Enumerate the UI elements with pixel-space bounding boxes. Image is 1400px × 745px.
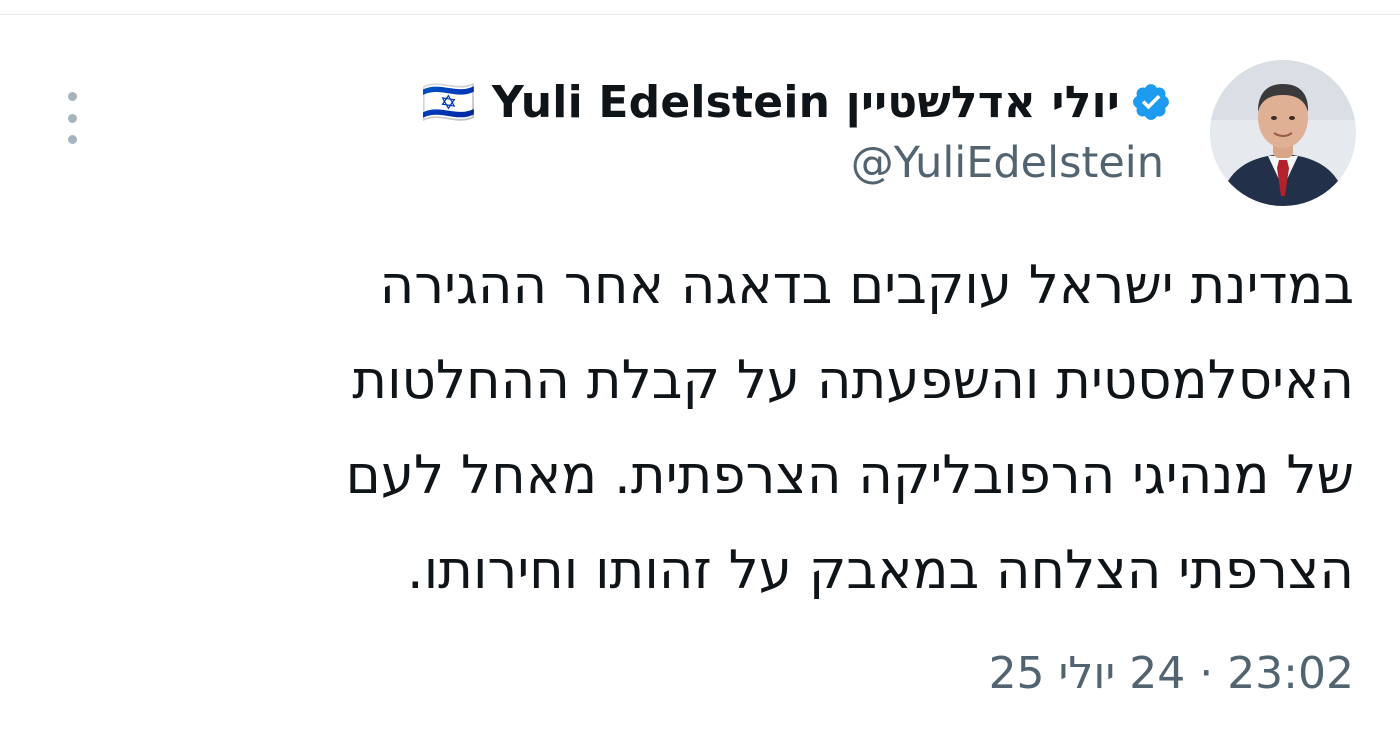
- more-dot-icon: [67, 92, 77, 101]
- avatar[interactable]: [1210, 60, 1356, 206]
- tweet-text-line: של מנהיגי הרפובליקה הצרפתית. מאחל לעם: [345, 445, 1354, 506]
- more-options-button[interactable]: [60, 92, 84, 144]
- avatar-portrait-icon: [1210, 60, 1356, 206]
- tweet-text-line: הצרפתי הצלחה במאבק על זהותו וחירותו.: [406, 540, 1354, 601]
- tweet-text: במדינת ישראל עוקבים בדאגה אחר ההגירה האי…: [144, 238, 1354, 618]
- author-display-name: יולי אדלשטיין 🇮🇱 Yuli Edelstein: [421, 77, 1120, 128]
- tweet-timestamp[interactable]: 23:02 · 24 יולי 25: [989, 648, 1354, 699]
- author-handle[interactable]: @YuliEdelstein: [851, 138, 1164, 188]
- tweet-card: יולי אדלשטיין 🇮🇱 Yuli Edelstein @YuliEde…: [0, 0, 1400, 745]
- verified-badge-icon: [1133, 84, 1169, 120]
- author-name-row[interactable]: יולי אדלשטיין 🇮🇱 Yuli Edelstein: [421, 70, 1172, 134]
- more-dot-icon: [67, 113, 77, 123]
- tweet-text-line: במדינת ישראל עוקבים בדאגה אחר ההגירה: [379, 255, 1354, 316]
- tweet-text-line: האיסלמסטית והשפעתה על קבלת ההחלטות: [352, 350, 1354, 411]
- more-dot-icon: [67, 135, 77, 144]
